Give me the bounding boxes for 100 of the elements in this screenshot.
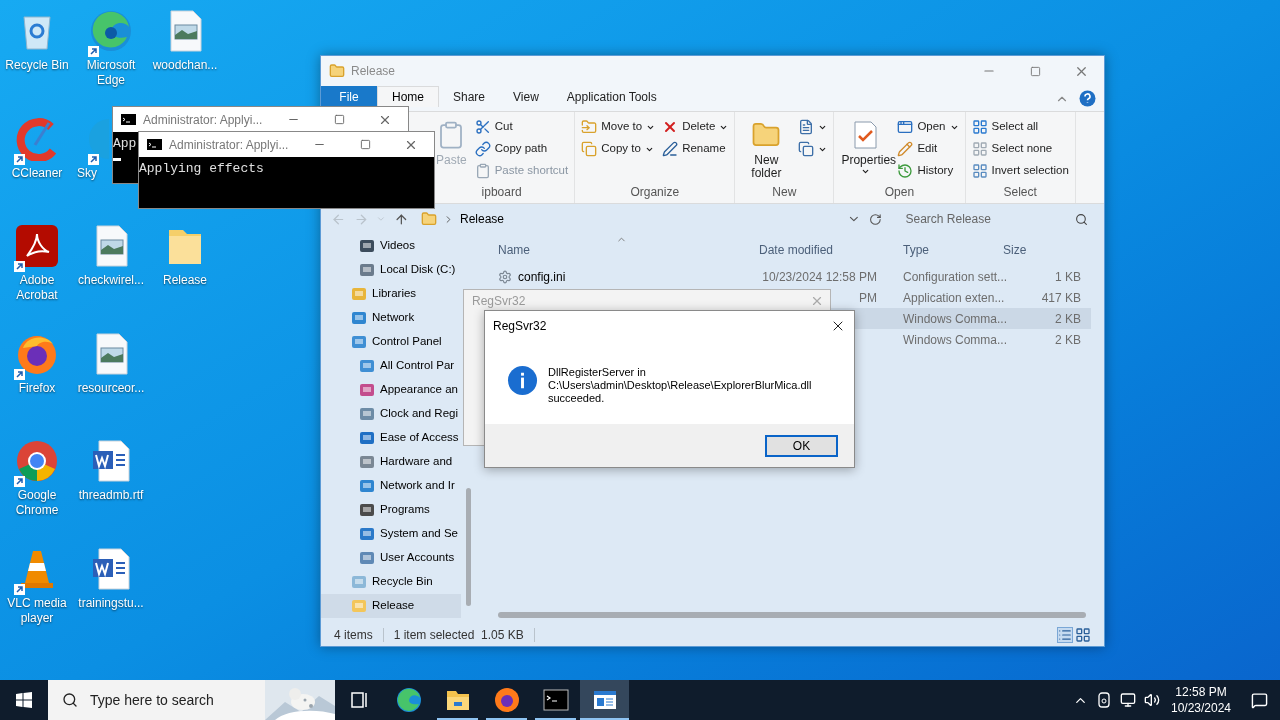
- grid-icon: [971, 163, 988, 179]
- search-bar[interactable]: Search Release: [897, 208, 1094, 230]
- ribbon-button[interactable]: Edit: [895, 138, 961, 160]
- ribbon-tab[interactable]: Home: [377, 86, 439, 107]
- file-type: Configuration sett...: [903, 268, 1009, 286]
- caret-icon: [860, 167, 870, 176]
- notifications-icon[interactable]: [1250, 691, 1268, 709]
- desktop-icon-label: Release: [163, 273, 207, 289]
- nav-item[interactable]: Clock and Regi: [321, 402, 461, 426]
- maximize-icon: [359, 139, 371, 150]
- nav-item[interactable]: All Control Par: [321, 354, 461, 378]
- file-size: 2 KB: [1054, 331, 1081, 349]
- nav-item[interactable]: Videos: [321, 234, 461, 258]
- file-size: 2 KB: [1054, 310, 1081, 328]
- search-bar[interactable]: Type here to search: [48, 680, 265, 720]
- taskbar-app[interactable]: [580, 680, 629, 720]
- clipboard-icon: [474, 163, 491, 179]
- document-icon: [798, 119, 815, 135]
- search-field[interactable]: Type here to search: [90, 689, 260, 711]
- info-icon: [507, 365, 538, 396]
- file-row[interactable]: config.ini 10/23/2024 12:58 PM Configuration sett... 1 KB: [491, 266, 1091, 287]
- item-count: 4 items: [334, 627, 373, 644]
- ribbon-tab[interactable]: Application Tools: [552, 86, 671, 107]
- address-field[interactable]: Release: [416, 208, 839, 230]
- ribbon-button[interactable]: Invert selection: [969, 160, 1071, 182]
- nav-item[interactable]: Programs: [321, 498, 461, 522]
- link-icon: [474, 141, 491, 157]
- tiles-view-button[interactable]: [1075, 627, 1091, 643]
- nav-item[interactable]: Local Disk (C:): [321, 258, 461, 282]
- desktop-icon-label: threadmb.rtf: [78, 488, 144, 504]
- ribbon-button[interactable]: Select all: [969, 116, 1071, 138]
- nav-item[interactable]: Ease of Access: [321, 426, 461, 450]
- scrollbar-thumb[interactable]: [498, 612, 1086, 618]
- console-output: Applying effects: [139, 161, 264, 177]
- folder-arrow-icon: [581, 119, 598, 135]
- nav-item[interactable]: Release: [321, 594, 461, 618]
- console-output: App: [113, 136, 137, 152]
- refresh-icon[interactable]: [868, 212, 882, 226]
- nav-item[interactable]: Network: [321, 306, 461, 330]
- ribbon-button[interactable]: Move to: [579, 116, 658, 138]
- ribbon-button[interactable]: Copy to: [579, 138, 658, 160]
- nav-item[interactable]: User Accounts: [321, 546, 461, 570]
- copy-icon: [581, 141, 598, 157]
- ribbon-group-label: Open: [883, 184, 916, 201]
- nav-item[interactable]: Appearance an: [321, 378, 461, 402]
- ribbon-group-label: Select: [1002, 184, 1038, 201]
- copy-icon: [798, 141, 815, 157]
- search-field[interactable]: Search Release: [905, 210, 1075, 228]
- nav-item[interactable]: Network and Ir: [321, 474, 461, 498]
- nav-item[interactable]: Libraries: [321, 282, 461, 306]
- nav-item[interactable]: System and Se: [321, 522, 461, 546]
- grid-icon: [971, 119, 988, 135]
- cut-icon: [474, 119, 491, 135]
- window-title: Administrator: Applyi...: [169, 136, 289, 154]
- ok-button[interactable]: OK: [765, 434, 838, 457]
- file-name: config.ini: [518, 268, 566, 286]
- edge-icon: [395, 687, 422, 713]
- scrollbar-thumb[interactable]: [466, 488, 471, 606]
- search-icon: [1075, 212, 1088, 226]
- file-date: 10/23/2024 12:58 PM: [762, 268, 877, 286]
- nav-item[interactable]: Recycle Bin: [321, 570, 461, 594]
- desktop-icon-label: checkwirel...: [78, 273, 144, 289]
- dialog-message: DllRegisterServer in C:\Users\admin\Desktop\Release\ExplorerBlurMica.dll succeeded.: [548, 365, 812, 405]
- ribbon-tab[interactable]: File: [321, 86, 377, 107]
- help-icon[interactable]: [1079, 90, 1096, 107]
- chrome-icon: [15, 439, 59, 484]
- ribbon-tab[interactable]: Share: [439, 86, 500, 107]
- desktop-icon-label: VLC media player: [6, 595, 68, 626]
- ribbon-button[interactable]: Cut: [472, 116, 571, 138]
- windows-logo-icon: [16, 692, 32, 708]
- column-header[interactable]: Date modified: [759, 241, 903, 259]
- grid-icon: [971, 141, 988, 157]
- window-icon: [592, 690, 617, 710]
- details-view-button[interactable]: [1057, 627, 1073, 643]
- ribbon-tab[interactable]: View: [499, 86, 553, 107]
- path-segment[interactable]: Release: [459, 210, 504, 228]
- ribbon-button[interactable]: Delete: [660, 116, 731, 138]
- device-icon[interactable]: [1096, 692, 1112, 708]
- dialog-title: RegSvr32: [493, 318, 547, 335]
- window-title: Administrator: Applyi...: [143, 111, 263, 129]
- ribbon-button[interactable]: New folder: [739, 116, 794, 180]
- ribbon-button[interactable]: Copy path: [472, 138, 571, 160]
- maximize-icon: [333, 114, 345, 125]
- search-icon: [62, 692, 78, 708]
- nav-item[interactable]: Control Panel: [321, 330, 461, 354]
- column-header[interactable]: Type: [903, 241, 1003, 259]
- firefox-icon: [493, 687, 520, 713]
- nav-item[interactable]: Hardware and: [321, 450, 461, 474]
- ribbon-button[interactable]: Rename: [660, 138, 731, 160]
- acrobat-icon: [15, 224, 59, 269]
- volume-icon[interactable]: [1144, 692, 1160, 708]
- pencil-icon: [897, 141, 914, 157]
- clock[interactable]: 12:58 PM 10/23/2024: [1168, 684, 1234, 716]
- column-header[interactable]: Name: [498, 241, 759, 259]
- desktop-icon-label: Sky: [77, 165, 97, 181]
- ribbon-button[interactable]: Open: [895, 116, 961, 138]
- ribbon-button[interactable]: Select none: [969, 138, 1071, 160]
- column-header[interactable]: Size: [1003, 241, 1043, 259]
- window-icon: [897, 119, 914, 135]
- ribbon-button[interactable]: History: [895, 160, 961, 182]
